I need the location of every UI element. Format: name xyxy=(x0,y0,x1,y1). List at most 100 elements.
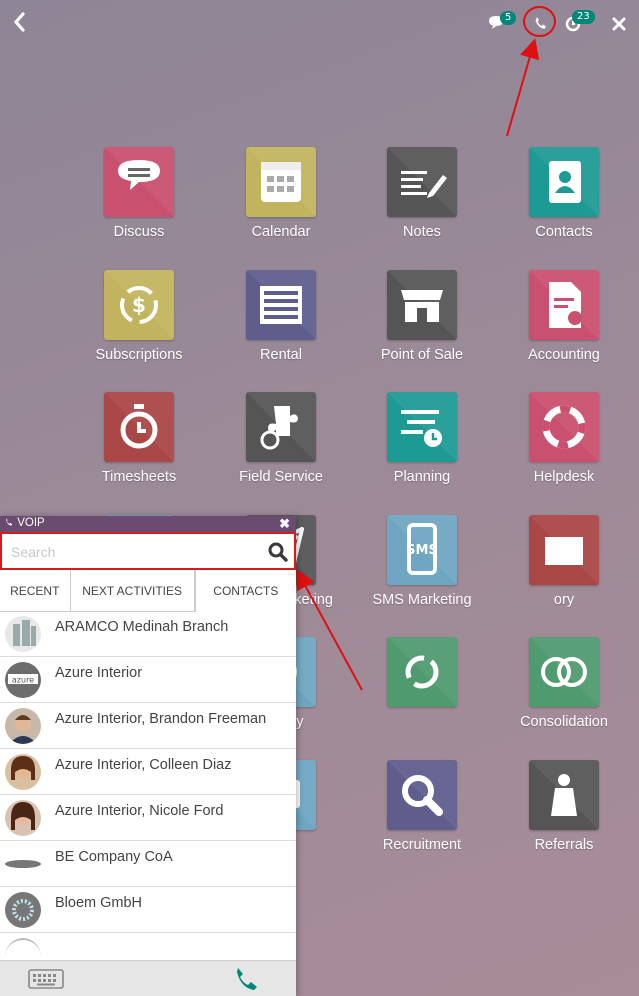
phone-icon xyxy=(6,518,13,526)
app-item-18[interactable] xyxy=(351,637,493,714)
app-timesheets[interactable]: Timesheets xyxy=(68,392,210,485)
app-field-service[interactable]: Field Service xyxy=(210,392,352,485)
voip-search-button[interactable] xyxy=(267,541,289,563)
lifebuoy-icon xyxy=(529,392,599,462)
app-label: Calendar xyxy=(251,224,311,240)
app-tile xyxy=(387,270,457,340)
app-tile xyxy=(529,392,599,462)
app-tile xyxy=(387,392,457,462)
voip-title-text: VOIP xyxy=(17,517,45,529)
app-label: Consolidation xyxy=(520,714,608,730)
planning-icon xyxy=(387,392,457,462)
app-ory[interactable]: ory xyxy=(493,515,635,608)
company-logo-avatar xyxy=(5,846,41,882)
app-notes[interactable]: Notes xyxy=(351,147,493,240)
app-label: SMS Marketing xyxy=(372,592,472,608)
app-tile xyxy=(246,147,316,217)
app-tile xyxy=(387,760,457,830)
sms-icon: SMS xyxy=(387,515,457,585)
keyboard-icon xyxy=(28,969,64,989)
app-tile: SMS xyxy=(387,515,457,585)
tab-next-activities[interactable]: NEXT ACTIVITIES xyxy=(70,570,195,611)
tab-recent[interactable]: RECENT xyxy=(0,570,71,611)
contact-name: Azure Interior xyxy=(55,665,143,681)
app-label: Recruitment xyxy=(382,837,462,853)
app-referrals[interactable]: Referrals xyxy=(493,760,635,853)
app-tile xyxy=(529,147,599,217)
app-label: Discuss xyxy=(113,224,165,240)
contact-row[interactable]: Bloem GmbH xyxy=(0,887,296,933)
contact-row-partial[interactable] xyxy=(0,933,296,955)
voip-title: VOIP xyxy=(4,517,45,529)
contact-row[interactable]: azure Azure Interior xyxy=(0,657,296,703)
voip-search-input[interactable] xyxy=(9,536,253,568)
calendar-icon xyxy=(246,147,316,217)
app-tile xyxy=(104,147,174,217)
voip-panel: VOIP ✖ RECENT NEXT ACTIVITIES CONTACTS A… xyxy=(0,516,296,996)
app-calendar[interactable]: Calendar xyxy=(210,147,352,240)
app-label: Point of Sale xyxy=(380,347,464,363)
contact-row[interactable]: ARAMCO Medinah Branch xyxy=(0,611,296,657)
voip-search-box xyxy=(0,532,296,570)
box-icon xyxy=(529,515,599,585)
keypad-button[interactable] xyxy=(28,969,64,989)
contact-name: BE Company CoA xyxy=(55,849,173,865)
app-label: Planning xyxy=(393,469,451,485)
app-discuss[interactable]: Discuss xyxy=(68,147,210,240)
app-label: Rental xyxy=(260,347,302,363)
consolidation-icon xyxy=(529,637,599,707)
app-tile: $ xyxy=(104,270,174,340)
person-avatar xyxy=(5,800,41,836)
app-label: Helpdesk xyxy=(533,469,595,485)
chat-bubble-icon xyxy=(104,147,174,217)
app-planning[interactable]: Planning xyxy=(351,392,493,485)
building-avatar xyxy=(5,616,41,652)
app-tile xyxy=(246,392,316,462)
voip-contact-list: ARAMCO Medinah Branch azure Azure Interior… xyxy=(0,611,296,955)
tab-contacts[interactable]: CONTACTS xyxy=(194,570,296,612)
app-tile xyxy=(246,270,316,340)
contact-name: ARAMCO Medinah Branch xyxy=(55,619,229,635)
accounting-icon xyxy=(529,270,599,340)
app-helpdesk[interactable]: Helpdesk xyxy=(493,392,635,485)
avatar xyxy=(5,938,41,955)
app-label: ory xyxy=(553,592,575,608)
app-subscriptions[interactable]: $ Subscriptions xyxy=(68,270,210,363)
stopwatch-icon xyxy=(104,392,174,462)
contact-row[interactable]: Azure Interior, Nicole Ford xyxy=(0,795,296,841)
app-point-of-sale[interactable]: Point of Sale xyxy=(351,270,493,363)
app-label: Accounting xyxy=(528,347,600,363)
app-label: Subscriptions xyxy=(95,347,183,363)
contact-name: Bloem GmbH xyxy=(55,895,143,911)
app-consolidation[interactable]: Consolidation xyxy=(493,637,635,730)
app-rental[interactable]: Rental xyxy=(210,270,352,363)
hero-icon xyxy=(529,760,599,830)
app-sms-marketing[interactable]: SMS SMS Marketing xyxy=(351,515,493,608)
voip-close-button[interactable]: ✖ xyxy=(279,516,290,532)
app-label: Contacts xyxy=(535,224,593,240)
app-label: Notes xyxy=(403,224,441,240)
app-tile xyxy=(387,147,457,217)
company-logo-avatar: azure xyxy=(5,662,41,698)
app-contacts[interactable]: Contacts xyxy=(493,147,635,240)
address-book-icon xyxy=(529,147,599,217)
app-recruitment[interactable]: Recruitment xyxy=(351,760,493,853)
contact-row[interactable]: Azure Interior, Brandon Freeman xyxy=(0,703,296,749)
app-tile xyxy=(104,392,174,462)
puzzle-icon xyxy=(246,392,316,462)
store-icon xyxy=(387,270,457,340)
rental-icon xyxy=(246,270,316,340)
search-icon xyxy=(387,760,457,830)
avatar-logo-text: azure xyxy=(12,676,34,685)
call-button[interactable] xyxy=(233,965,259,991)
contact-row[interactable]: BE Company CoA xyxy=(0,841,296,887)
notes-icon xyxy=(387,147,457,217)
app-label: Timesheets xyxy=(101,469,177,485)
voip-header: VOIP ✖ xyxy=(0,516,296,532)
app-tile xyxy=(529,760,599,830)
app-label: Field Service xyxy=(239,469,323,485)
app-accounting[interactable]: Accounting xyxy=(493,270,635,363)
contact-row[interactable]: Azure Interior, Colleen Diaz xyxy=(0,749,296,795)
person-avatar xyxy=(5,754,41,790)
voip-footer xyxy=(0,960,296,996)
